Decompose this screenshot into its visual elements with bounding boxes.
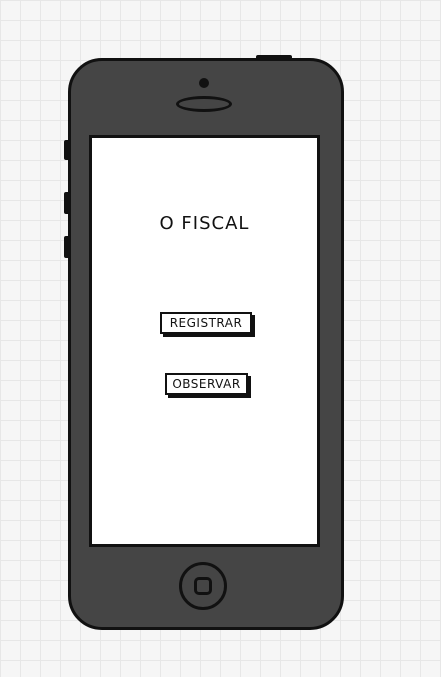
mute-switch-icon (64, 140, 70, 160)
volume-down-button-icon (64, 236, 70, 258)
volume-up-button-icon (64, 192, 70, 214)
phone-screen: O FISCAL REGISTRAR OBSERVAR (89, 135, 320, 547)
camera-icon (199, 78, 209, 88)
speaker-icon (176, 96, 232, 112)
home-square-icon (194, 577, 212, 595)
power-button-icon (256, 55, 292, 60)
registrar-button[interactable]: REGISTRAR (160, 312, 252, 334)
app-title: O FISCAL (159, 213, 250, 234)
home-button-icon[interactable] (179, 562, 227, 610)
observar-button[interactable]: OBSERVAR (165, 373, 248, 395)
